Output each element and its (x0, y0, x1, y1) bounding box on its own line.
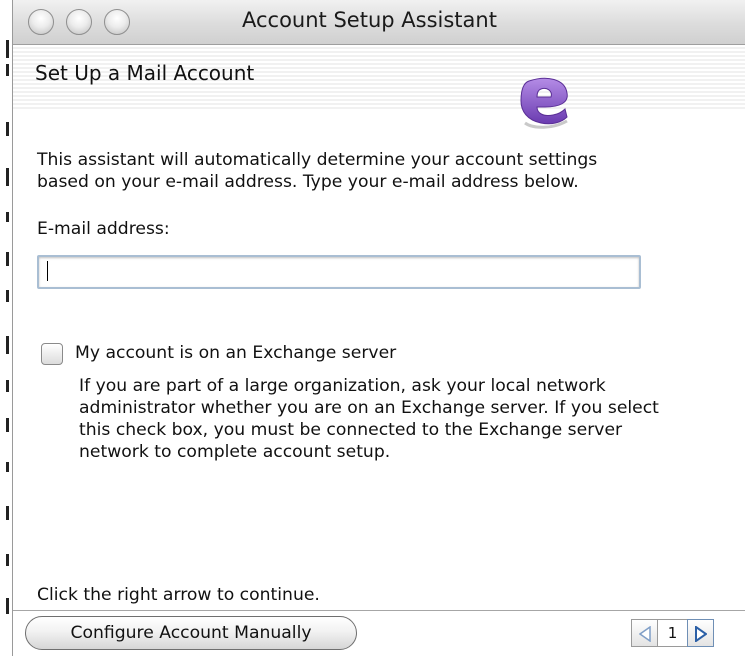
window-title: Account Setup Assistant (242, 8, 497, 32)
assistant-footer: Configure Account Manually 1 (13, 610, 745, 657)
help-line: If you are part of a large organization,… (79, 376, 606, 396)
account-setup-window: Account Setup Assistant Set Up a Mail Ac… (13, 0, 745, 657)
page-title: Set Up a Mail Account (35, 61, 255, 85)
previous-page-button[interactable] (631, 619, 658, 647)
exchange-help-text: If you are part of a large organization,… (79, 375, 659, 463)
assistant-header: Set Up a Mail Account (13, 45, 745, 129)
email-field-label: E-mail address: (37, 219, 170, 239)
title-bar[interactable]: Account Setup Assistant (13, 0, 745, 45)
configure-manually-button[interactable]: Configure Account Manually (25, 616, 357, 650)
text-caret (47, 261, 48, 281)
intro-line: based on your e-mail address. Type your … (37, 172, 579, 192)
exchange-server-checkbox[interactable] (41, 343, 63, 365)
background-window-edge (0, 0, 13, 656)
help-line: network to complete account setup. (79, 442, 391, 462)
close-window-button[interactable] (28, 9, 54, 35)
exchange-server-checkbox-label[interactable]: My account is on an Exchange server (75, 343, 396, 363)
zoom-window-button[interactable] (104, 9, 130, 35)
page-number: 1 (658, 619, 687, 647)
intro-text: This assistant will automatically determ… (37, 149, 737, 193)
email-field[interactable] (37, 255, 641, 289)
triangle-left-icon (639, 626, 651, 642)
triangle-right-icon (695, 626, 707, 642)
continue-instruction: Click the right arrow to continue. (37, 585, 320, 605)
entourage-e-icon (520, 77, 568, 129)
help-line: administrator whether you are on an Exch… (79, 398, 659, 418)
help-line: this check box, you must be connected to… (79, 420, 623, 440)
minimize-window-button[interactable] (66, 9, 92, 35)
next-page-button[interactable] (687, 619, 714, 647)
intro-line: This assistant will automatically determ… (37, 150, 598, 170)
